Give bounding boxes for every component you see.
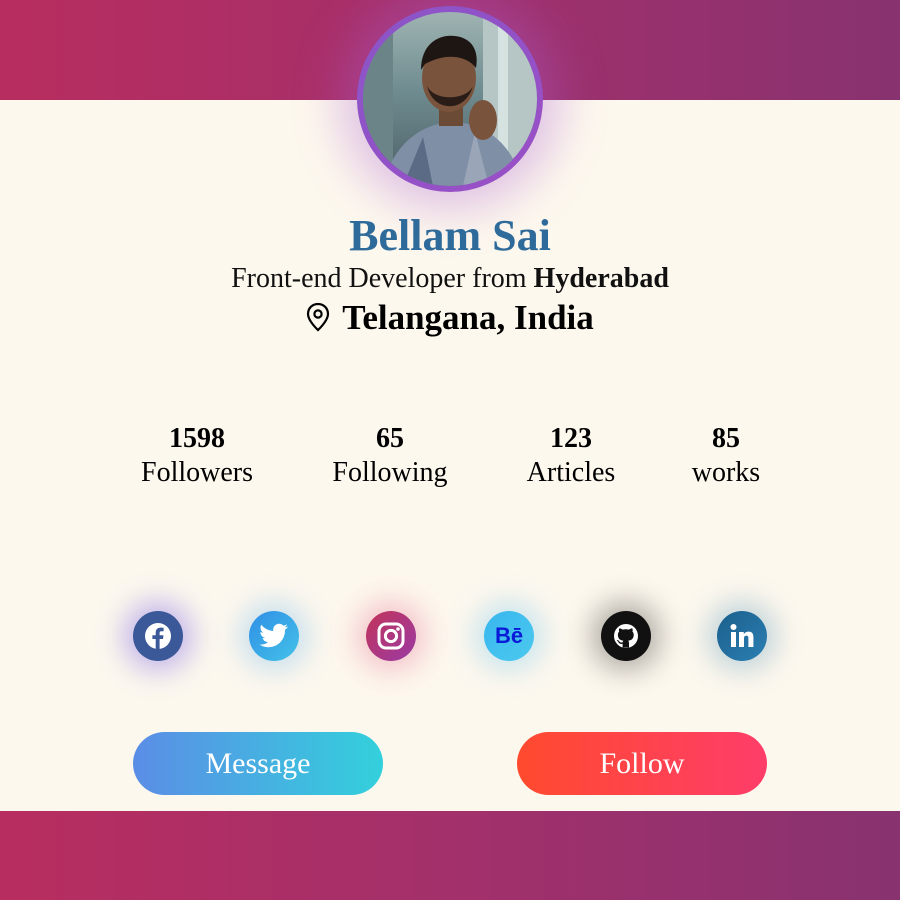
stat-value: 123 (550, 423, 592, 454)
stat-label: works (691, 457, 761, 488)
follow-button[interactable]: Follow (517, 732, 767, 795)
instagram-icon (377, 622, 405, 650)
stat-label: Followers (141, 457, 253, 488)
stat-articles[interactable]: 123 Articles (491, 422, 651, 490)
facebook-icon (145, 623, 171, 649)
profile-subtitle: Front-end Developer from Hyderabad (0, 262, 900, 296)
behance-icon: Bē (494, 623, 524, 648)
linkedin-icon (730, 624, 754, 647)
avatar (357, 6, 543, 192)
stat-works[interactable]: 85 works (646, 422, 806, 490)
stat-following[interactable]: 65 Following (310, 422, 470, 490)
location-text: Telangana, India (342, 298, 594, 337)
subtitle-role: Front-end Developer from (231, 263, 534, 294)
stat-value: 1598 (169, 423, 225, 454)
footer-banner (0, 811, 900, 900)
stat-label: Articles (526, 457, 616, 488)
stat-value: 65 (376, 423, 404, 454)
linkedin-button[interactable] (717, 611, 767, 661)
stat-value: 85 (712, 423, 740, 454)
instagram-button[interactable] (366, 611, 416, 661)
profile-name: Bellam Sai (349, 211, 551, 260)
facebook-button[interactable] (133, 611, 183, 661)
behance-button[interactable]: Bē (484, 611, 534, 661)
avatar-photo (363, 12, 537, 186)
message-button[interactable]: Message (133, 732, 383, 795)
stat-label: Following (332, 457, 448, 488)
subtitle-city: Hyderabad (533, 263, 669, 294)
twitter-button[interactable] (249, 611, 299, 661)
location-pin-icon (306, 299, 330, 343)
github-icon (614, 624, 638, 648)
stat-followers[interactable]: 1598 Followers (117, 422, 277, 490)
github-button[interactable] (601, 611, 651, 661)
profile-location: Telangana, India (0, 296, 900, 343)
twitter-icon (259, 623, 288, 648)
